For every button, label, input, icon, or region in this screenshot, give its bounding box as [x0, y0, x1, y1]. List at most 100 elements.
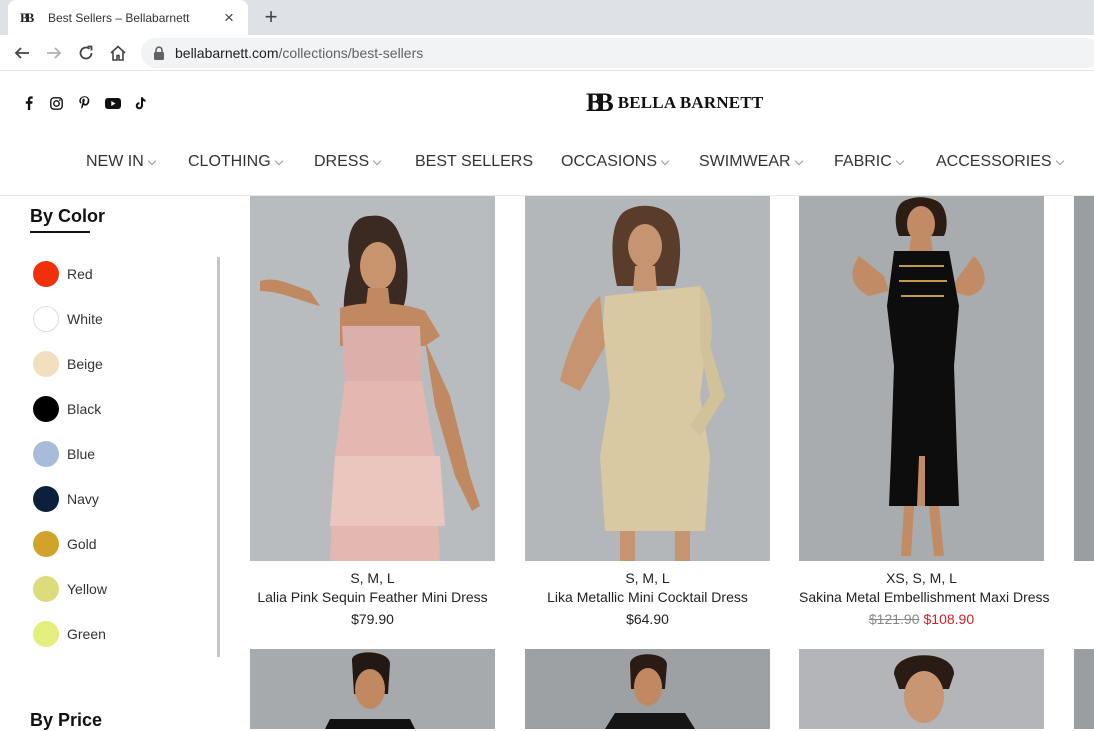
nav-label: CLOTHING: [188, 153, 271, 170]
nav-clothing[interactable]: CLOTHING: [188, 153, 283, 171]
color-label: Yellow: [67, 581, 107, 597]
price-filter-title: By Price: [30, 710, 103, 730]
nav-accessories[interactable]: ACCESSORIES: [936, 153, 1064, 171]
pinterest-icon[interactable]: [76, 96, 93, 110]
product-name[interactable]: Lika Metallic Mini Cocktail Dress: [525, 589, 770, 605]
color-option-green[interactable]: Green: [33, 621, 107, 666]
close-tab-icon[interactable]: ×: [220, 8, 238, 27]
color-swatch: [33, 531, 59, 557]
color-swatch: [33, 396, 59, 422]
chevron-down-icon: [660, 156, 670, 165]
color-label: Beige: [67, 356, 103, 372]
color-label: Blue: [67, 446, 96, 462]
nav-new-in[interactable]: NEW IN: [86, 153, 157, 171]
browser-toolbar: bellabarnett.com/collections/best-seller…: [0, 35, 1094, 71]
back-icon[interactable]: [10, 41, 34, 65]
url-path: /collections/best-sellers: [278, 45, 424, 61]
nav-label: ACCESSORIES: [936, 153, 1052, 170]
reload-icon[interactable]: [74, 41, 98, 65]
url-text: bellabarnett.com/collections/best-seller…: [175, 45, 423, 61]
nav-dress[interactable]: DRESS: [314, 153, 382, 171]
color-swatch: [33, 306, 59, 332]
color-option-yellow[interactable]: Yellow: [33, 576, 107, 621]
product-image-partial[interactable]: [1074, 196, 1094, 561]
color-label: Navy: [67, 491, 99, 507]
color-filter-title: By Color: [30, 206, 106, 226]
product-image[interactable]: [525, 649, 770, 729]
color-swatch: [33, 621, 59, 647]
product-image-partial[interactable]: [1074, 649, 1094, 729]
tiktok-icon[interactable]: [132, 96, 149, 110]
home-icon[interactable]: [106, 41, 130, 65]
product-card[interactable]: XS, S, M, L Sakina Metal Embellishment M…: [799, 196, 1050, 627]
nav-label: DRESS: [314, 153, 370, 170]
color-swatch: [33, 351, 59, 377]
address-bar[interactable]: bellabarnett.com/collections/best-seller…: [141, 38, 1094, 68]
url-host: bellabarnett.com: [175, 45, 279, 61]
product-image[interactable]: [250, 196, 495, 561]
color-option-black[interactable]: Black: [33, 396, 107, 441]
product-image[interactable]: [799, 196, 1044, 561]
color-option-blue[interactable]: Blue: [33, 441, 107, 486]
browser-tab-strip: BB Best Sellers – Bellabarnett × +: [0, 0, 1094, 35]
site-favicon-icon: BB: [20, 9, 34, 25]
color-filter-list: Red White Beige Black Blue Navy Gold Yel…: [33, 261, 107, 666]
color-label: White: [67, 311, 103, 327]
forward-icon[interactable]: [42, 41, 66, 65]
lock-icon: [154, 46, 164, 60]
youtube-icon[interactable]: [104, 96, 121, 110]
nav-label: OCCASIONS: [561, 153, 658, 170]
nav-label: FABRIC: [834, 153, 892, 170]
sale-price: $108.90: [923, 611, 975, 627]
brand-monogram: BB: [586, 88, 614, 117]
tab-title: Best Sellers – Bellabarnett: [48, 10, 190, 25]
nav-best-sellers[interactable]: BEST SELLERS: [415, 153, 533, 171]
chevron-down-icon: [1055, 156, 1064, 165]
color-label: Green: [67, 626, 106, 642]
nav-label: NEW IN: [86, 153, 144, 170]
nav-swimwear[interactable]: SWIMWEAR: [699, 153, 803, 171]
chevron-down-icon: [274, 156, 283, 165]
color-swatch: [33, 261, 59, 287]
color-swatch: [33, 441, 59, 467]
color-label: Black: [67, 401, 102, 417]
original-price: $121.90: [868, 611, 920, 627]
color-label: Red: [67, 266, 93, 282]
color-option-beige[interactable]: Beige: [33, 351, 107, 396]
brand-logo[interactable]: BB BELLA BARNETT: [586, 88, 763, 118]
filter-scrollbar[interactable]: [217, 257, 220, 657]
color-option-white[interactable]: White: [33, 306, 107, 351]
product-sizes: S, M, L: [350, 570, 395, 586]
color-option-red[interactable]: Red: [33, 261, 107, 306]
main-navigation: NEW IN CLOTHING DRESS BEST SELLERS OCCAS…: [0, 153, 1094, 177]
product-price: $121.90 $108.90: [799, 611, 1044, 627]
product-price: $79.90: [351, 611, 394, 627]
color-swatch: [33, 486, 59, 512]
product-image[interactable]: [799, 649, 1044, 729]
product-name[interactable]: Sakina Metal Embellishment Maxi Dress: [799, 589, 1050, 605]
color-label: Gold: [67, 536, 97, 552]
product-name[interactable]: Lalia Pink Sequin Feather Mini Dress: [250, 589, 495, 605]
product-card[interactable]: S, M, L Lalia Pink Sequin Feather Mini D…: [250, 196, 495, 627]
color-option-gold[interactable]: Gold: [33, 531, 107, 576]
brand-name: BELLA BARNETT: [617, 93, 764, 112]
browser-tab[interactable]: BB Best Sellers – Bellabarnett ×: [8, 0, 248, 35]
product-sizes: XS, S, M, L: [886, 570, 957, 586]
product-image[interactable]: [250, 649, 495, 729]
nav-label: SWIMWEAR: [699, 153, 791, 170]
title-underline: [30, 231, 90, 233]
instagram-icon[interactable]: [48, 96, 65, 110]
product-card[interactable]: S, M, L Lika Metallic Mini Cocktail Dres…: [525, 196, 770, 627]
chevron-down-icon: [147, 156, 157, 165]
product-image[interactable]: [525, 196, 770, 561]
new-tab-icon[interactable]: +: [260, 6, 282, 28]
chevron-down-icon: [794, 156, 803, 165]
product-price: $64.90: [626, 611, 669, 627]
chevron-down-icon: [895, 156, 905, 165]
product-sizes: S, M, L: [625, 570, 670, 586]
color-option-navy[interactable]: Navy: [33, 486, 107, 531]
color-swatch: [33, 576, 59, 602]
nav-occasions[interactable]: OCCASIONS: [561, 153, 670, 171]
nav-fabric[interactable]: FABRIC: [834, 153, 905, 171]
facebook-icon[interactable]: [20, 96, 37, 110]
